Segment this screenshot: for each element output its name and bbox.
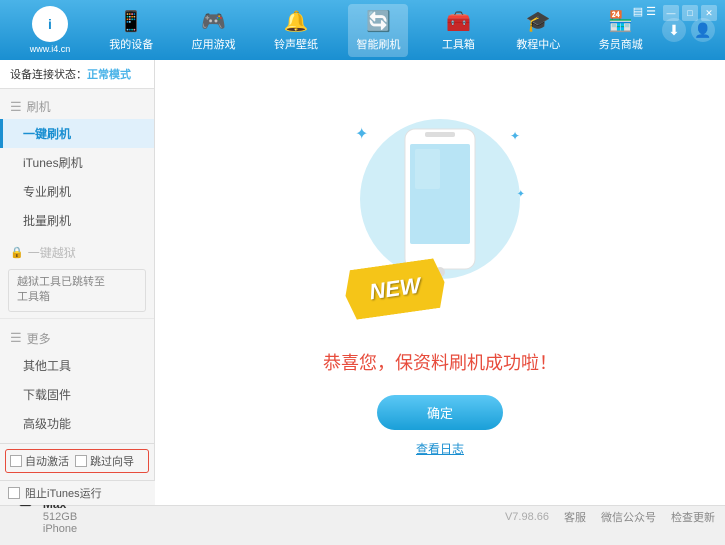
itunes-bar: 阻止iTunes运行	[0, 480, 155, 505]
more-section: ☰ 更多 其他工具 下载固件 高级功能	[0, 321, 154, 443]
sidebar-item-batch-flash[interactable]: 批量刷机	[0, 206, 154, 235]
skip-guide-checkbox[interactable]: 跳过向导	[75, 453, 134, 469]
skip-guide-box[interactable]	[75, 455, 87, 467]
flash-section-header: ☰ 刷机	[0, 94, 154, 119]
nav-icon-service: 🏪	[608, 9, 633, 34]
more-section-header: ☰ 更多	[0, 326, 154, 351]
logo-icon: i	[32, 6, 68, 42]
nav-label-apps: 应用游戏	[192, 36, 236, 52]
success-message: 恭喜您，保资料刷机成功啦！	[323, 349, 557, 375]
status-value: 正常模式	[87, 69, 131, 81]
wifi-icon: ▤ ☰	[633, 5, 656, 21]
main-content: ✦ ✦ ✦ NEW 恭喜您，保资料刷机成功啦！ 确定 查看日志	[155, 60, 725, 505]
nav-item-tutorials[interactable]: 🎓 教程中心	[508, 4, 568, 57]
nav-item-apps[interactable]: 🎮 应用游戏	[184, 4, 244, 57]
user-button[interactable]: 👤	[691, 18, 715, 42]
footer-link-wechat[interactable]: 微信公众号	[601, 509, 656, 525]
nav-item-my-device[interactable]: 📱 我的设备	[101, 4, 161, 57]
close-button[interactable]: ✕	[701, 5, 717, 21]
itunes-checkbox[interactable]	[8, 487, 20, 499]
device-type: iPhone	[43, 523, 141, 535]
device-storage: 512GB	[43, 511, 141, 523]
nav-icon-tutorials: 🎓	[526, 9, 551, 34]
header: i www.i4.cn 📱 我的设备 🎮 应用游戏 🔔 铃声壁纸 🔄 智能刷机 …	[0, 0, 725, 60]
itunes-label: 阻止iTunes运行	[25, 485, 102, 501]
flash-section: ☰ 刷机 一键刷机 iTunes刷机 专业刷机 批量刷机	[0, 89, 154, 240]
new-badge-text: NEW	[368, 272, 422, 305]
sidebar-item-advanced[interactable]: 高级功能	[0, 409, 154, 438]
skip-guide-label: 跳过向导	[90, 453, 134, 469]
nav-label-toolbox: 工具箱	[442, 36, 475, 52]
success-title-text: 恭喜您，保资料刷机成功啦！	[323, 353, 557, 373]
nav-icon-apps: 🎮	[201, 9, 226, 34]
sidebar-item-other-tools[interactable]: 其他工具	[0, 351, 154, 380]
phone-svg	[395, 124, 485, 284]
main-layout: 设备连接状态：正常模式 ☰ 刷机 一键刷机 iTunes刷机 专业刷机 批量刷机…	[0, 60, 725, 505]
footer-link-update[interactable]: 检查更新	[671, 509, 715, 525]
auto-activate-checkbox[interactable]: 自动激活	[10, 453, 69, 469]
sidebar-item-pro-flash[interactable]: 专业刷机	[0, 177, 154, 206]
nav-item-toolbox[interactable]: 🧰 工具箱	[431, 4, 486, 57]
nav-label-tutorials: 教程中心	[516, 36, 560, 52]
auto-activate-label: 自动激活	[25, 453, 69, 469]
nav-label-ringtones: 铃声壁纸	[274, 36, 318, 52]
footer-link-service[interactable]: 客服	[564, 509, 586, 525]
new-badge: NEW	[342, 257, 448, 320]
sparkle-2: ✦	[510, 129, 520, 143]
logo-subtitle: www.i4.cn	[30, 44, 71, 54]
nav-label-service: 务员商城	[599, 36, 643, 52]
more-section-icon: ☰	[10, 330, 22, 346]
version-label: V7.98.66	[505, 511, 549, 523]
flash-section-icon: ☰	[10, 99, 22, 115]
sidebar-item-download-firmware[interactable]: 下载固件	[0, 380, 154, 409]
sidebar-item-one-click-flash[interactable]: 一键刷机	[0, 119, 154, 148]
sidebar-disabled-jailbreak: 🔒 一键越狱	[0, 240, 154, 265]
nav-item-ringtones[interactable]: 🔔 铃声壁纸	[266, 4, 326, 57]
auto-activate-box[interactable]	[10, 455, 22, 467]
logo-area: i www.i4.cn	[10, 6, 90, 54]
more-section-label: 更多	[27, 330, 51, 347]
download-button[interactable]: ⬇	[662, 18, 686, 42]
lock-icon: 🔒	[10, 246, 24, 259]
sparkle-1: ✦	[355, 124, 368, 144]
status-prefix: 设备连接状态：	[10, 69, 87, 81]
sparkle-3: ✦	[517, 189, 525, 200]
nav-item-smart-flash[interactable]: 🔄 智能刷机	[348, 4, 408, 57]
maximize-button[interactable]: □	[682, 5, 698, 21]
success-illustration: ✦ ✦ ✦ NEW	[340, 109, 540, 329]
status-bar: 设备连接状态：正常模式	[0, 60, 154, 89]
confirm-button[interactable]: 确定	[377, 395, 503, 430]
disabled-jailbreak-label: 一键越狱	[28, 244, 76, 261]
sidebar-item-itunes-flash[interactable]: iTunes刷机	[0, 148, 154, 177]
nav-icon-smart-flash: 🔄	[366, 9, 391, 34]
win-controls: ▤ ☰ — □ ✕	[633, 5, 717, 21]
nav-icon-device: 📱	[119, 9, 144, 34]
checkbox-group: 自动激活 跳过向导	[5, 449, 149, 473]
log-link[interactable]: 查看日志	[416, 440, 464, 457]
nav-label-smart-flash: 智能刷机	[356, 36, 400, 52]
nav-icon-ringtones: 🔔	[284, 9, 309, 34]
sidebar: 设备连接状态：正常模式 ☰ 刷机 一键刷机 iTunes刷机 专业刷机 批量刷机…	[0, 60, 155, 505]
nav-icon-toolbox: 🧰	[446, 9, 471, 34]
nav-bar: 📱 我的设备 🎮 应用游戏 🔔 铃声壁纸 🔄 智能刷机 🧰 工具箱 🎓	[90, 4, 662, 57]
divider-1	[0, 318, 154, 319]
header-right: ⬇ 👤	[662, 18, 715, 42]
minimize-button[interactable]: —	[663, 5, 679, 21]
nav-label-device: 我的设备	[109, 36, 153, 52]
flash-section-label: 刷机	[27, 98, 51, 115]
sidebar-warning: 越狱工具已跳转至工具箱	[8, 269, 146, 312]
